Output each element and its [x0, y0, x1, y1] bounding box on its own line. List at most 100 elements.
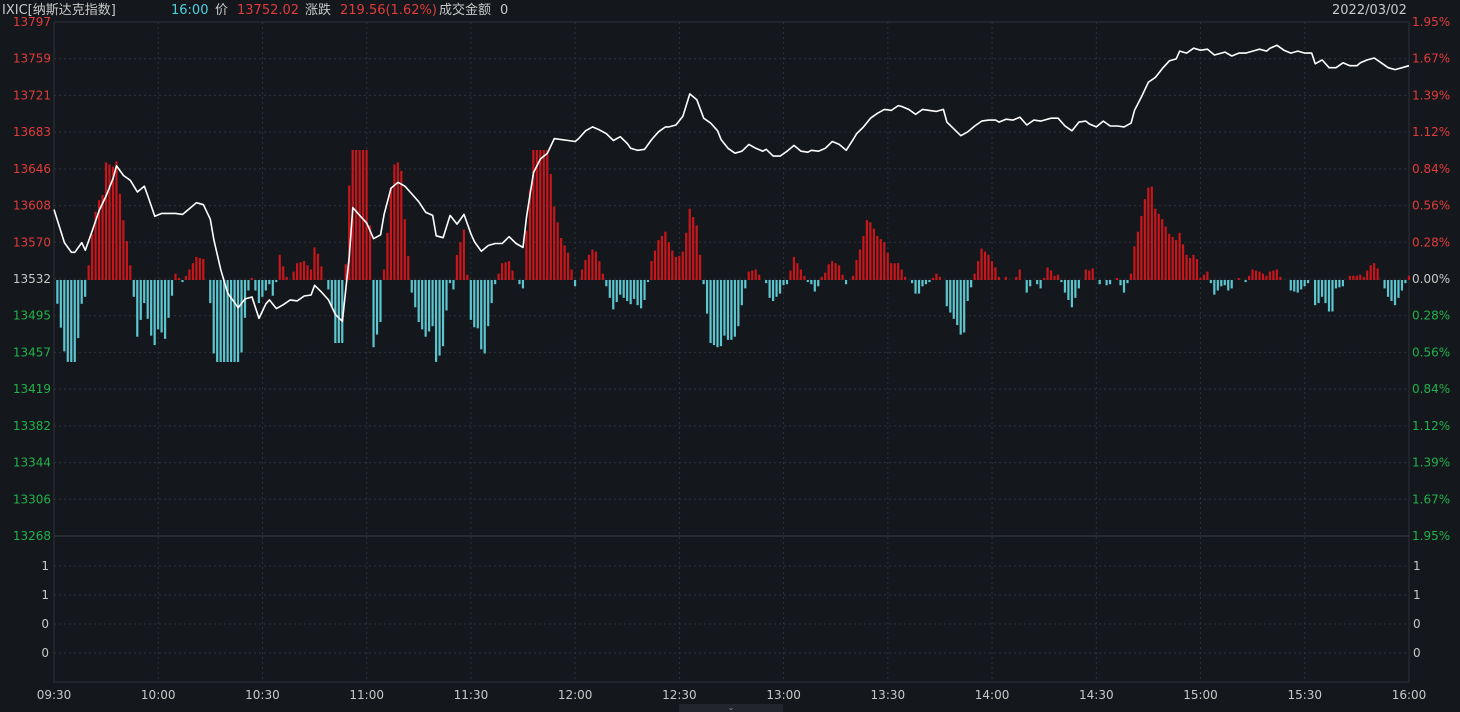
momentum-bar — [560, 238, 563, 280]
momentum-bar — [188, 269, 191, 280]
momentum-bar — [539, 150, 542, 280]
momentum-bar — [480, 280, 483, 350]
momentum-bar — [365, 150, 368, 280]
momentum-bar — [768, 280, 771, 298]
momentum-bar — [271, 280, 274, 296]
momentum-bar — [494, 280, 497, 285]
momentum-bar — [744, 280, 747, 289]
price-tick-label: 13683 — [13, 125, 51, 139]
time-tick-label: 12:00 — [558, 688, 593, 702]
momentum-bar — [177, 277, 181, 280]
momentum-bar — [320, 266, 323, 280]
volume-tick-label: 1 — [41, 588, 49, 602]
momentum-bar — [949, 280, 952, 313]
momentum-bar — [1115, 277, 1119, 280]
momentum-bar — [330, 280, 333, 307]
momentum-bar — [535, 150, 538, 280]
momentum-bar — [633, 280, 636, 299]
momentum-bar — [851, 275, 855, 280]
momentum-bar — [532, 150, 535, 280]
momentum-bar — [1265, 275, 1268, 280]
momentum-bar — [1230, 280, 1233, 289]
momentum-bar — [445, 280, 448, 311]
percent-tick-label: 1.95% — [1412, 529, 1450, 543]
momentum-bar — [862, 235, 865, 280]
momentum-bar — [316, 253, 320, 280]
momentum-bar — [500, 263, 504, 280]
momentum-bar — [685, 232, 688, 280]
momentum-bar — [129, 265, 132, 280]
momentum-bar — [77, 280, 80, 339]
momentum-bar — [209, 280, 212, 304]
momentum-bar — [1220, 280, 1223, 287]
momentum-bar — [1143, 199, 1146, 280]
momentum-bar — [834, 263, 837, 280]
momentum-bar — [302, 261, 306, 280]
momentum-bar — [1376, 268, 1379, 280]
momentum-bar — [650, 261, 653, 280]
collapse-handle[interactable]: ⌄ — [679, 704, 783, 712]
momentum-bar — [1029, 280, 1032, 287]
momentum-bar — [393, 164, 396, 280]
momentum-bar — [841, 274, 844, 280]
momentum-bar — [660, 235, 664, 280]
chevron-down-icon: ⌄ — [727, 703, 735, 712]
momentum-bar — [699, 254, 702, 280]
momentum-bar — [709, 280, 712, 343]
momentum-bar — [1213, 280, 1216, 295]
momentum-bar — [615, 280, 618, 303]
momentum-bar — [1362, 276, 1365, 280]
momentum-bar — [1192, 254, 1195, 280]
momentum-bar — [1154, 208, 1157, 280]
momentum-bar — [136, 280, 139, 337]
momentum-bar — [84, 280, 87, 297]
momentum-bar — [1289, 280, 1292, 291]
momentum-bar — [1338, 280, 1341, 288]
momentum-bar — [705, 280, 709, 314]
momentum-bar — [59, 280, 62, 328]
momentum-bar — [160, 280, 163, 333]
momentum-bar — [542, 150, 545, 280]
percent-tick-label: 0.00% — [1412, 272, 1450, 286]
momentum-bar — [400, 170, 403, 280]
momentum-bar — [883, 242, 886, 280]
momentum-bar — [167, 280, 170, 318]
intraday-chart[interactable]: 13797 1.95% 13759 1.67% 13721 1.39% 13683 1.12%… — [0, 0, 1460, 712]
momentum-bar — [674, 256, 677, 280]
momentum-bar — [692, 217, 695, 280]
momentum-bar — [678, 255, 681, 280]
momentum-bar — [282, 266, 285, 280]
momentum-bar — [1261, 273, 1265, 280]
momentum-bar — [1307, 280, 1310, 284]
momentum-bar — [511, 270, 514, 280]
momentum-bar — [799, 269, 802, 280]
momentum-bar — [789, 270, 792, 280]
momentum-bar — [810, 280, 813, 285]
momentum-bar — [601, 273, 604, 280]
momentum-bar — [1237, 277, 1240, 280]
momentum-bar — [695, 225, 698, 280]
momentum-bar — [963, 280, 966, 333]
momentum-bar — [309, 269, 313, 280]
momentum-bar — [1275, 269, 1278, 280]
momentum-bar — [296, 263, 299, 280]
momentum-bar — [375, 280, 379, 335]
momentum-bar — [921, 280, 924, 287]
momentum-bar — [622, 280, 625, 298]
momentum-bar — [452, 280, 455, 290]
momentum-bar — [619, 280, 622, 295]
momentum-bar — [931, 277, 935, 280]
momentum-bar — [831, 261, 834, 280]
momentum-bar — [952, 280, 955, 319]
momentum-bar — [1202, 274, 1206, 280]
momentum-bar — [184, 275, 188, 280]
momentum-bar — [337, 280, 340, 343]
momentum-bar — [730, 280, 733, 340]
momentum-bar — [549, 173, 552, 280]
momentum-bar — [212, 280, 215, 354]
momentum-bar — [1272, 270, 1275, 280]
momentum-bar — [664, 231, 667, 280]
percent-tick-label: 0.84% — [1412, 382, 1450, 396]
time-tick-label: 15:30 — [1287, 688, 1322, 702]
momentum-bar — [111, 166, 115, 280]
